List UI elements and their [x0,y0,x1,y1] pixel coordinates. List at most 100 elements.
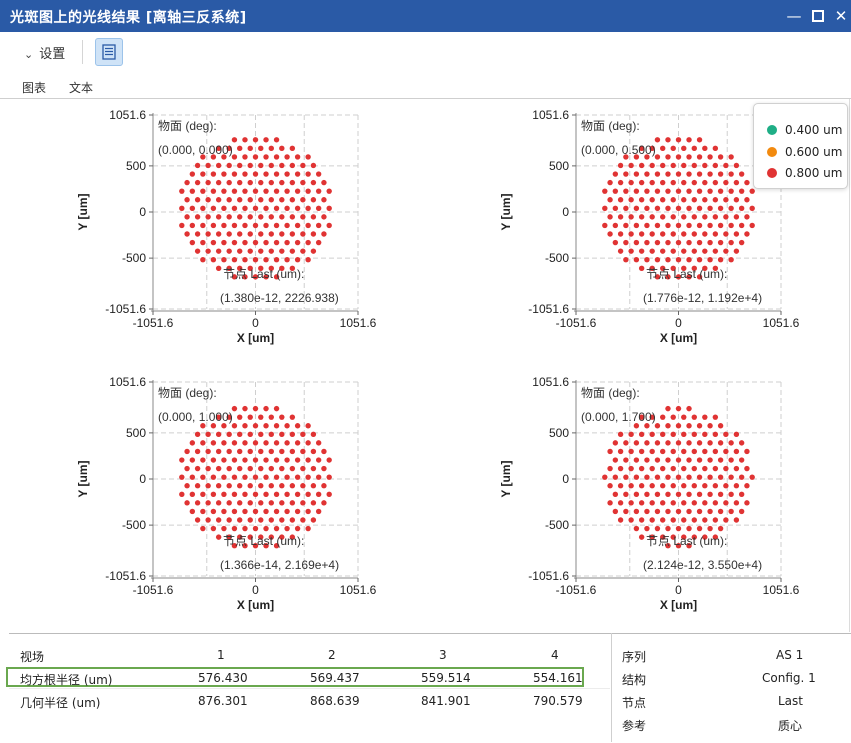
spot-point [644,457,650,463]
spot-point [273,171,280,177]
spot-point [305,222,311,229]
spot-point [242,239,248,246]
spot-point [728,491,734,497]
spot-point [733,500,740,506]
spot-point [628,214,634,220]
spot-point [237,145,243,152]
spot-point [258,483,264,489]
y-tick-label: -500 [545,518,569,532]
spot-point [305,423,311,429]
spot-point [670,517,676,523]
minimize-icon[interactable]: — [782,4,806,28]
spot-point [263,205,269,212]
spot-point [723,179,729,186]
spot-point [310,483,317,489]
spot-point [707,257,713,263]
spot-point [660,448,666,455]
spot-point [707,154,713,160]
spot-point [284,474,290,480]
spot-point [670,431,676,438]
maximize-icon[interactable] [806,4,830,28]
spot-point [644,239,650,246]
spot-point [258,179,264,186]
spot-point [675,188,682,194]
spot-point [738,171,745,177]
spot-point [617,431,624,438]
spot-point [242,423,248,429]
spot-point [660,414,666,420]
spot-point [194,162,201,169]
settings-dropdown[interactable]: ⌄ 设置 [24,43,65,62]
spot-point [289,145,296,152]
y-tick-label: -1051.6 [105,569,146,583]
spot-point [623,188,629,194]
spot-point [300,517,306,523]
spot-point [633,474,640,480]
tab-text[interactable]: 文本 [69,79,93,96]
image-node-label: 节点 Last (um): [223,534,304,548]
spot-point [263,239,269,246]
spot-point [628,248,634,254]
x-tick-label: -1051.6 [133,583,174,597]
spot-point [300,448,306,455]
toolbar: ⌄ 设置 [0,32,851,72]
spot-point [670,500,676,506]
spot-point [205,483,211,489]
spot-point [252,137,259,143]
spot-point [231,205,238,212]
table-cell: 559.514 [421,671,471,685]
spot-point [670,465,676,472]
spot-point [210,239,217,246]
title-bar: 光斑图上的光线结果 [离轴三反系统] — ✕ [0,0,851,32]
spot-point [638,231,645,237]
spot-point [284,239,290,246]
spot-diagram-1: 1051.6 500 0 -500 -1051.6-1051.6 0 1051.6 X [um… [76,108,377,345]
spot-point [268,431,274,438]
spot-point [691,500,697,506]
spot-point [691,414,697,420]
spot-point [717,257,724,263]
spot-point [300,231,306,237]
spot-point [258,517,264,523]
spot-point [654,257,661,263]
spot-point [321,500,327,506]
tab-graph[interactable]: 图表 [22,79,47,101]
spot-point [263,222,269,229]
spot-point [215,197,222,203]
spot-point [654,222,661,229]
spot-point [247,145,253,152]
spot-point [300,162,306,169]
table-cell: 576.430 [198,671,248,685]
spot-point [310,231,317,237]
spot-point [284,222,290,229]
spot-point [231,508,238,515]
spot-point [702,414,708,420]
table-cell: 868.639 [310,694,360,708]
spot-point [200,525,206,532]
spot-point [242,154,248,160]
legend-label: 0.600 um [785,145,843,159]
spot-point [237,214,243,220]
spot-point [210,525,217,532]
spot-point [294,525,301,532]
table-cell: 790.579 [533,694,583,708]
spot-point [633,171,640,177]
spot-point [633,508,640,515]
spot-point [210,440,217,446]
info-value: Config. 1 [762,671,816,685]
spot-point [273,474,280,480]
spot-point [691,248,697,254]
spot-point [723,431,729,438]
list-view-button[interactable] [95,38,123,66]
spot-point [654,508,661,515]
spot-point [268,448,274,455]
spot-point [644,508,650,515]
spot-point [686,171,692,177]
spot-point [738,222,745,229]
spot-point [284,508,290,515]
spot-point [728,188,734,194]
spot-point [200,205,206,212]
close-icon[interactable]: ✕ [829,4,851,28]
spot-point [242,171,248,177]
spot-point [733,214,740,220]
